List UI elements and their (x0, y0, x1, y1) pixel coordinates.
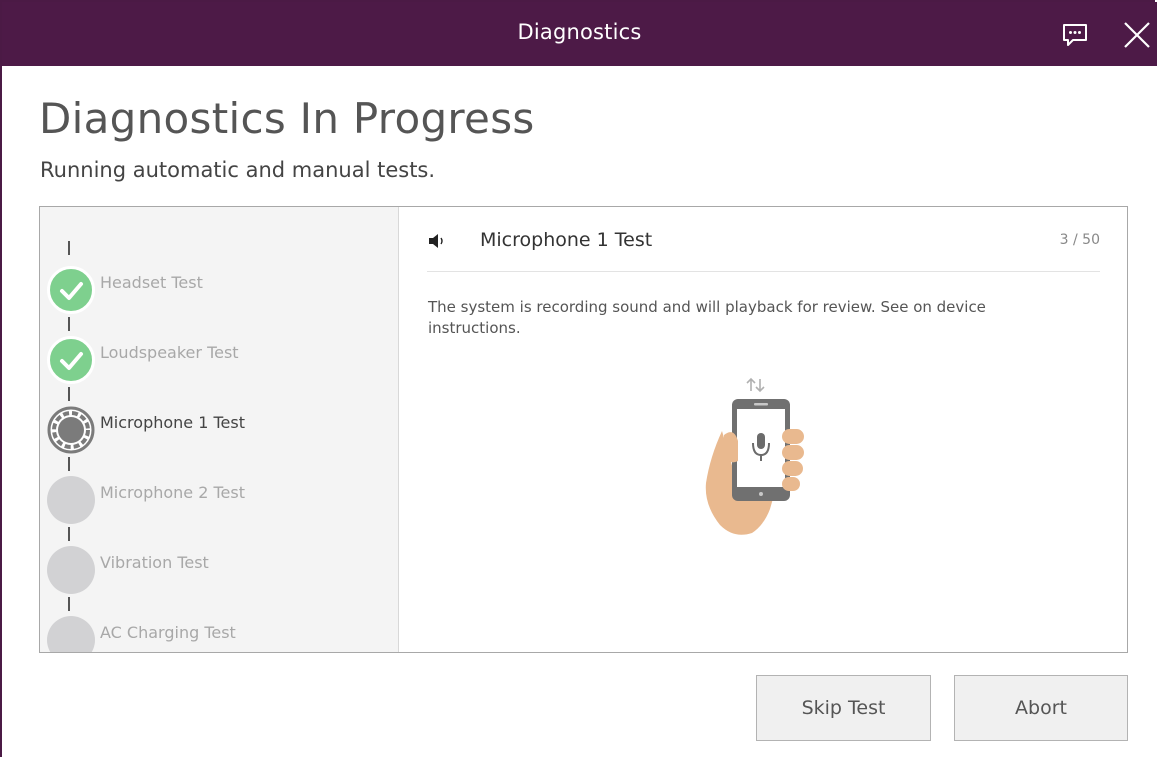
step-connector (68, 457, 70, 471)
test-counter: 3 / 50 (1059, 232, 1100, 248)
step-connector (68, 597, 70, 611)
test-description: The system is recording sound and will p… (428, 298, 986, 337)
step-pending-icon (47, 546, 95, 594)
test-content: Microphone 1 Test 3 / 50 The system is r… (399, 207, 1127, 652)
step-connector (68, 317, 70, 331)
close-icon[interactable] (1121, 19, 1153, 51)
step-done-icon (47, 336, 95, 384)
page-subtitle: Running automatic and manual tests. (40, 158, 436, 182)
step-label: Loudspeaker Test (100, 343, 239, 362)
hand-holding-phone-illustration (700, 375, 810, 539)
feedback-icon[interactable] (1059, 19, 1091, 51)
skip-test-button[interactable]: Skip Test (756, 675, 931, 741)
current-test-name: Microphone 1 Test (480, 229, 653, 251)
abort-button[interactable]: Abort (954, 675, 1128, 741)
window-title: Diagnostics (517, 20, 642, 44)
step-label: Vibration Test (100, 553, 209, 572)
step-in-progress-icon (47, 406, 95, 454)
step-item: Microphone 2 Test (40, 451, 398, 524)
test-header: Microphone 1 Test 3 / 50 (427, 221, 1100, 272)
step-pending-icon (47, 616, 95, 652)
step-label: Microphone 2 Test (100, 483, 245, 502)
speaker-icon (427, 231, 451, 251)
test-steps-sidebar[interactable]: Headset Test Loudspeaker Test Microphone… (40, 207, 399, 652)
step-connector (68, 241, 70, 255)
step-item-active: Microphone 1 Test (40, 381, 398, 454)
step-item: Headset Test (40, 241, 398, 314)
step-label: Microphone 1 Test (100, 413, 245, 432)
step-item: Vibration Test (40, 521, 398, 594)
step-label: Headset Test (100, 273, 203, 292)
step-label: AC Charging Test (100, 623, 236, 642)
step-item: Loudspeaker Test (40, 311, 398, 384)
step-connector (68, 387, 70, 401)
title-bar: Diagnostics (2, 2, 1157, 66)
step-pending-icon (47, 476, 95, 524)
step-connector (68, 527, 70, 541)
step-item: AC Charging Test (40, 591, 398, 652)
step-done-icon (47, 266, 95, 314)
diagnostics-panel: Headset Test Loudspeaker Test Microphone… (39, 206, 1128, 653)
page-title: Diagnostics In Progress (39, 94, 535, 143)
